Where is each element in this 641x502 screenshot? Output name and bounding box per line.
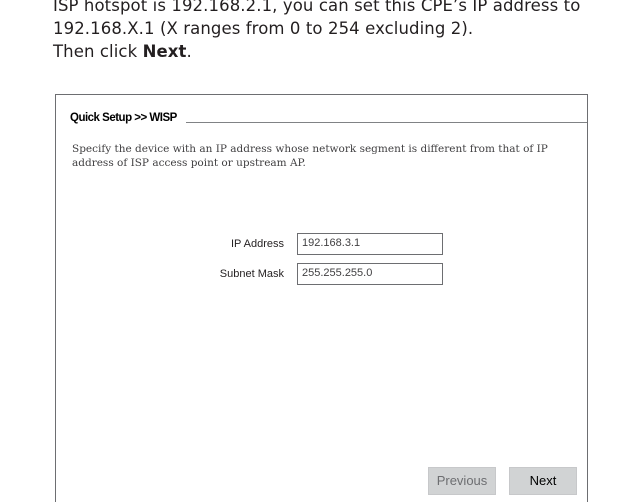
subnet-mask-input[interactable]: 255.255.255.0	[297, 263, 443, 285]
intro-next-emphasis: Next	[142, 42, 187, 61]
intro-text: ISP hotspot is 192.168.2.1, you can set …	[53, 0, 633, 63]
intro-line-2: 192.168.X.1 (X ranges from 0 to 254 excl…	[53, 19, 474, 38]
previous-button[interactable]: Previous	[428, 467, 496, 495]
ip-address-label: IP Address	[231, 238, 284, 250]
ip-address-input[interactable]: 192.168.3.1	[297, 233, 443, 255]
intro-line-1: ISP hotspot is 192.168.2.1, you can set …	[53, 0, 581, 15]
quick-setup-panel: Quick Setup >> WISP Specify the device w…	[55, 94, 588, 502]
intro-line-3: Then click Next.	[53, 40, 633, 63]
panel-title: Quick Setup >> WISP	[70, 112, 181, 124]
panel-description: Specify the device with an IP address wh…	[72, 143, 548, 169]
subnet-mask-row: Subnet Mask 255.255.255.0	[56, 263, 587, 287]
ip-address-row: IP Address 192.168.3.1	[56, 233, 587, 257]
intro-line-3-suffix: .	[186, 42, 192, 61]
subnet-mask-label: Subnet Mask	[219, 268, 284, 280]
manual-page: ISP hotspot is 192.168.2.1, you can set …	[0, 0, 641, 502]
title-divider	[186, 122, 587, 123]
next-button[interactable]: Next	[509, 467, 577, 495]
intro-line-3-prefix: Then click	[53, 42, 143, 61]
